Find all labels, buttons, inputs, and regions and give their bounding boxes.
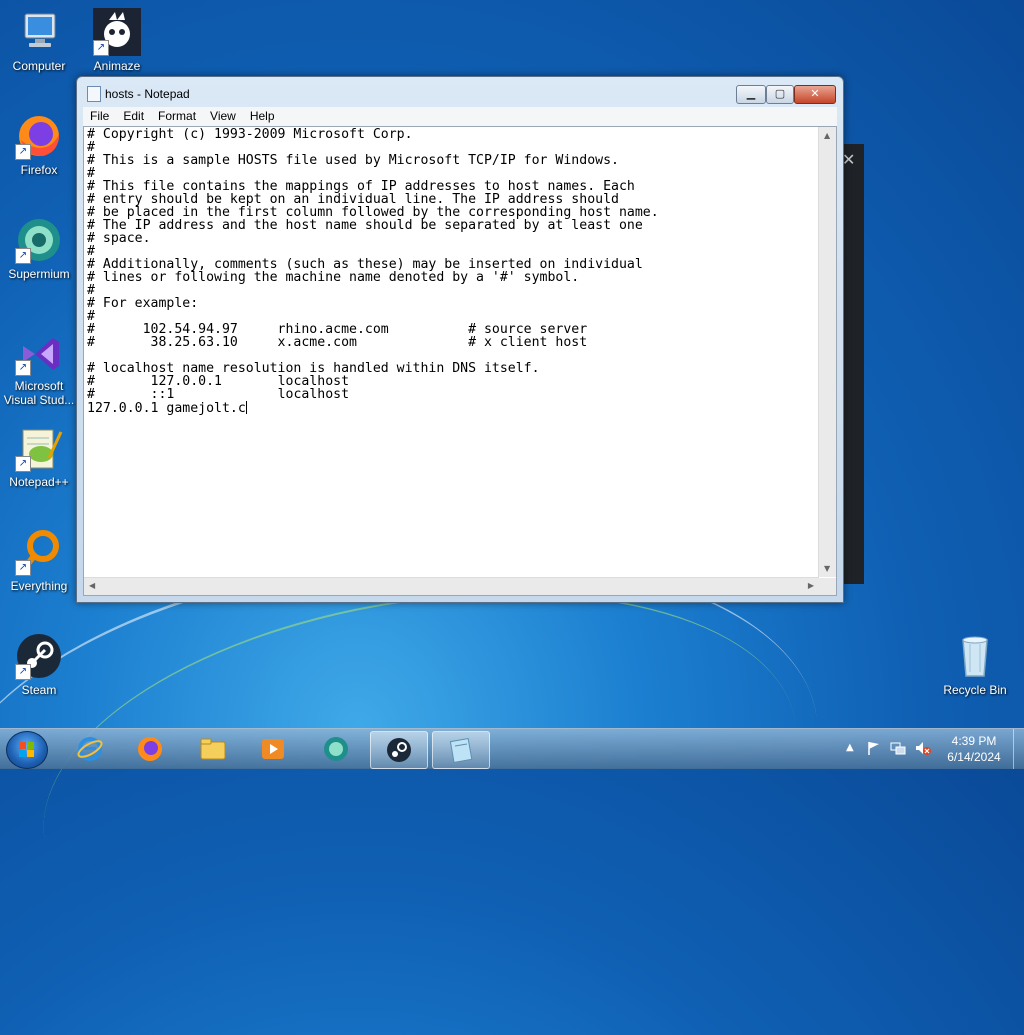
shortcut-arrow-icon: ↗	[15, 144, 31, 160]
desktop-icon-visual-studio[interactable]: ↗ Microsoft Visual Stud...	[0, 328, 78, 407]
vertical-scrollbar[interactable]: ▲ ▼	[818, 127, 836, 577]
desktop-icon-label: Computer	[12, 59, 66, 73]
media-player-icon	[262, 739, 284, 759]
taskbar-file-explorer[interactable]	[185, 731, 241, 767]
steam-icon	[387, 738, 411, 762]
desktop-icon-recycle-bin[interactable]: Recycle Bin	[936, 632, 1014, 697]
desktop-icon-label: Animaze	[93, 59, 141, 73]
visual-studio-icon: ↗	[15, 328, 63, 376]
wallpaper-swoosh-green	[16, 542, 824, 1020]
shortcut-arrow-icon: ↗	[15, 360, 31, 376]
network-icon[interactable]	[890, 740, 906, 756]
editor-content[interactable]: # Copyright (c) 1993-2009 Microsoft Corp…	[87, 128, 817, 576]
desktop-icon-label: Steam	[21, 683, 57, 697]
action-center-flag-icon[interactable]	[866, 740, 882, 756]
desktop-icon-firefox[interactable]: ↗ Firefox	[0, 112, 78, 177]
scroll-right-icon[interactable]: ▶	[808, 581, 814, 590]
computer-icon	[15, 8, 63, 56]
desktop-icon-notepadpp[interactable]: ↗ Notepad++	[0, 424, 78, 489]
show-desktop-button[interactable]	[1013, 729, 1024, 769]
menu-file[interactable]: File	[83, 107, 116, 123]
windows-logo-icon	[19, 742, 35, 758]
maximize-button[interactable]: ▢	[766, 85, 794, 104]
volume-muted-icon[interactable]	[914, 740, 932, 756]
size-grip[interactable]	[819, 578, 836, 595]
internet-explorer-icon	[77, 737, 103, 761]
title-bar[interactable]: hosts - Notepad ▁ ▢ ✕	[77, 77, 843, 107]
everything-search-icon: ↗	[15, 528, 63, 576]
desktop-icon-computer[interactable]: Computer	[0, 8, 78, 73]
notepad-window[interactable]: hosts - Notepad ▁ ▢ ✕ File Edit Format View…	[76, 76, 844, 603]
menu-help[interactable]: Help	[243, 107, 282, 123]
menu-format[interactable]: Format	[151, 107, 203, 123]
menu-bar: File Edit Format View Help	[83, 107, 837, 126]
scroll-up-icon[interactable]: ▲	[824, 131, 830, 140]
taskbar-media-player[interactable]	[245, 731, 301, 767]
clock-time: 4:39 PM	[951, 734, 997, 748]
menu-edit[interactable]: Edit	[116, 107, 151, 123]
minimize-button[interactable]: ▁	[736, 85, 766, 104]
window-title: hosts - Notepad	[105, 87, 190, 101]
desktop-icon-label: Firefox	[20, 163, 58, 177]
desktop-icon-label: Microsoft Visual Stud...	[3, 379, 75, 407]
taskbar-notepad[interactable]	[432, 731, 490, 769]
shortcut-arrow-icon: ↗	[15, 560, 31, 576]
firefox-icon	[138, 737, 162, 761]
scroll-down-icon[interactable]: ▼	[824, 564, 830, 573]
shortcut-arrow-icon: ↗	[15, 248, 31, 264]
horizontal-scrollbar[interactable]: ◀ ▶	[84, 577, 819, 595]
desktop-icon-label: Supermium	[8, 267, 70, 281]
recycle-bin-icon	[951, 632, 999, 680]
editor-text: # Copyright (c) 1993-2009 Microsoft Corp…	[87, 128, 659, 416]
desktop-icon-steam[interactable]: ↗ Steam	[0, 632, 78, 697]
scroll-left-icon[interactable]: ◀	[89, 581, 95, 590]
folder-icon	[200, 738, 226, 760]
desktop-icon-label: Everything	[10, 579, 68, 593]
close-button[interactable]: ✕	[794, 85, 836, 104]
taskbar-supermium[interactable]	[308, 731, 364, 767]
supermium-icon: ↗	[15, 216, 63, 264]
text-editor[interactable]: # Copyright (c) 1993-2009 Microsoft Corp…	[83, 126, 837, 596]
desktop-icon-label: Recycle Bin	[943, 683, 1007, 697]
desktop-icon-animaze[interactable]: ↗ Animaze	[78, 8, 156, 73]
firefox-icon: ↗	[15, 112, 63, 160]
supermium-icon	[324, 737, 348, 761]
notepad-icon	[87, 86, 101, 102]
desktop-icon-label: Notepad++	[9, 475, 69, 489]
desktop-icon-everything[interactable]: ↗ Everything	[0, 528, 78, 593]
notepad-icon	[449, 738, 473, 763]
taskbar-firefox[interactable]	[122, 731, 178, 767]
steam-icon: ↗	[15, 632, 63, 680]
text-caret	[245, 401, 247, 414]
show-hidden-icons-icon[interactable]: ▲	[846, 742, 854, 753]
notepadpp-icon: ↗	[15, 424, 63, 472]
shortcut-arrow-icon: ↗	[15, 456, 31, 472]
menu-view[interactable]: View	[203, 107, 243, 123]
animaze-icon: ↗	[93, 8, 141, 56]
clock-date: 6/14/2024	[947, 750, 1001, 764]
shortcut-arrow-icon: ↗	[93, 40, 109, 56]
taskbar-internet-explorer[interactable]	[62, 731, 118, 767]
start-button[interactable]	[6, 731, 48, 769]
close-icon[interactable]: ✕	[842, 150, 855, 169]
desktop-icon-supermium[interactable]: ↗ Supermium	[0, 216, 78, 281]
clock[interactable]: 4:39 PM 6/14/2024	[936, 733, 1012, 765]
taskbar: ▲ 4:39 PM 6/14/2024	[0, 728, 1024, 769]
shortcut-arrow-icon: ↗	[15, 664, 31, 680]
taskbar-steam[interactable]	[370, 731, 428, 769]
